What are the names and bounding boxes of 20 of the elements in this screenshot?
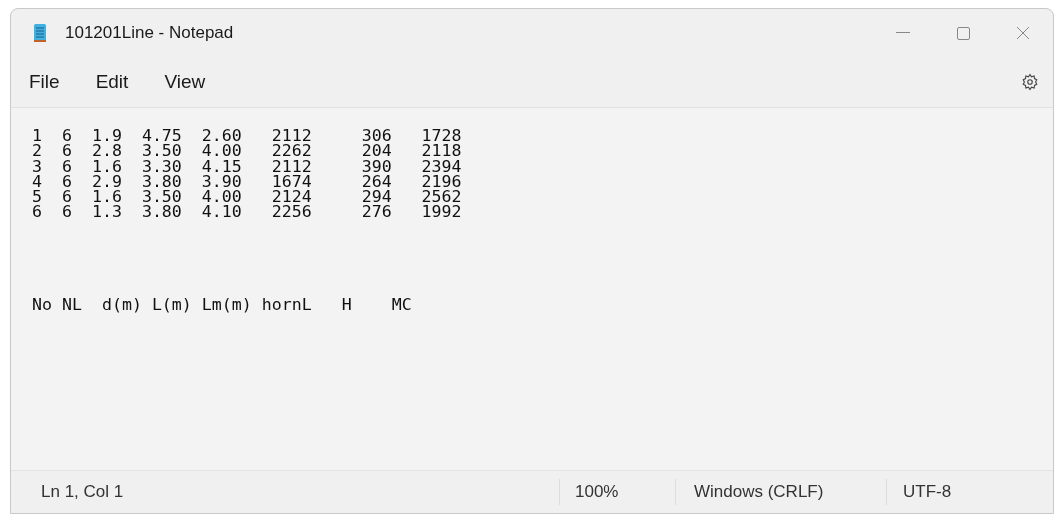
text-line: 2 6 2.8 3.50 4.00 2262 204 2118 xyxy=(32,143,463,159)
minimize-icon xyxy=(896,32,910,34)
text-line: 5 6 1.6 3.50 4.00 2124 294 2562 xyxy=(32,189,463,205)
zoom-level: 100% xyxy=(559,479,675,505)
menu-item[interactable]: View xyxy=(154,65,216,99)
encoding: UTF-8 xyxy=(886,479,1053,505)
text-line: No NL d(m) L(m) Lm(m) hornL H MC xyxy=(32,296,413,313)
text-line: 3 6 1.6 3.30 4.15 2112 390 2394 xyxy=(32,158,463,174)
cursor-position: Ln 1, Col 1 xyxy=(40,482,125,502)
line-ending: Windows (CRLF) xyxy=(675,479,886,505)
menu-item[interactable]: File xyxy=(19,65,70,99)
text-line: 4 6 2.9 3.80 3.90 1674 264 2196 xyxy=(32,173,463,190)
settings-icon xyxy=(1021,73,1039,91)
menu-item[interactable]: Edit xyxy=(85,65,139,99)
text-line: 1 6 1.9 4.75 2.60 2112 306 1728 xyxy=(32,128,463,144)
notepad-icon xyxy=(33,23,47,43)
text-line: 6 6 1.3 3.80 4.10 2256 276 1992 xyxy=(32,204,463,220)
maximize-icon xyxy=(956,26,970,40)
close-icon xyxy=(1016,26,1030,40)
window-title: 101201Line - Notepad xyxy=(65,23,235,43)
